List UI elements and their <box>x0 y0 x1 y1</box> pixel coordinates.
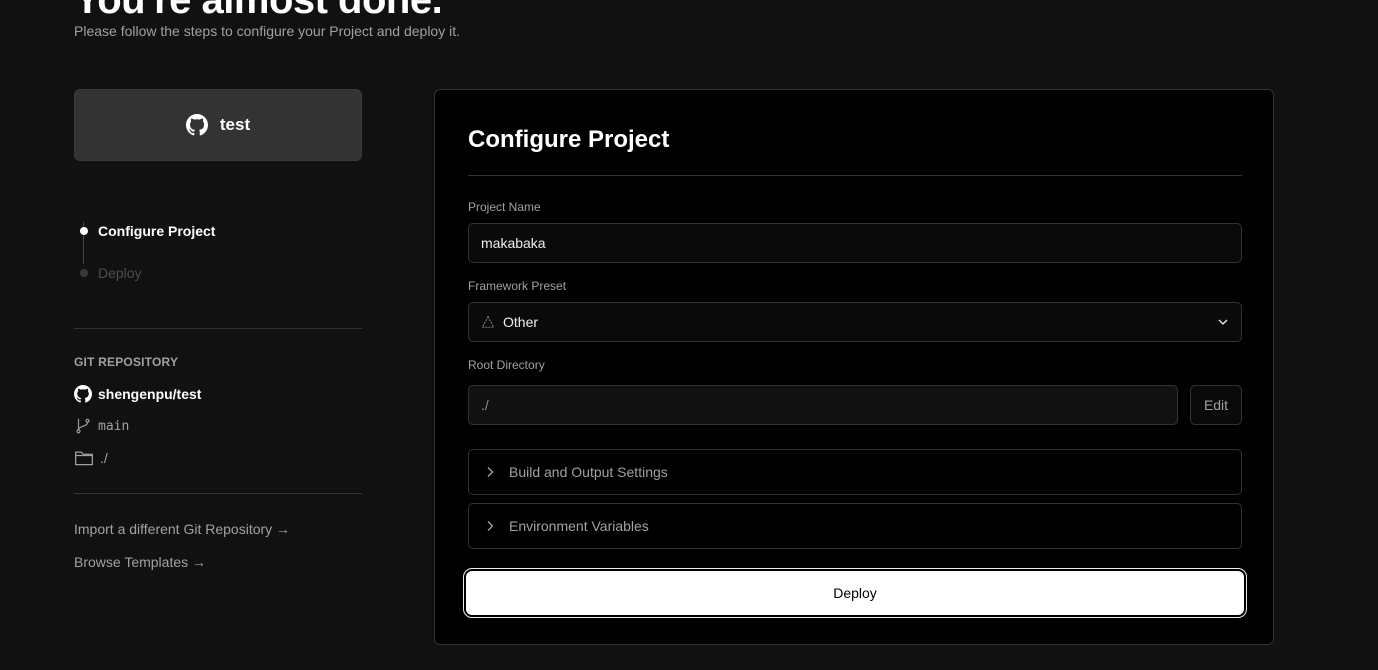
edit-root-directory-button[interactable]: Edit <box>1190 385 1242 425</box>
step-label: Deploy <box>98 265 142 281</box>
chevron-right-icon <box>485 520 495 532</box>
configure-project-panel: Configure Project Project Name makabaka … <box>434 89 1274 645</box>
panel-divider <box>468 175 1242 176</box>
page-title: You're almost done. <box>74 0 443 22</box>
browse-templates-link[interactable]: Browse Templates → <box>74 554 206 570</box>
framework-preset-value: Other <box>503 314 539 330</box>
git-branch: main <box>74 417 129 435</box>
left-divider-top <box>74 328 362 329</box>
chevron-down-icon <box>1217 316 1229 328</box>
git-branch-icon <box>74 417 92 435</box>
build-output-settings-accordion[interactable]: Build and Output Settings <box>468 449 1242 495</box>
step-label: Configure Project <box>98 223 216 239</box>
project-name-input[interactable]: makabaka <box>468 223 1242 263</box>
folder-icon <box>74 449 94 467</box>
panel-title: Configure Project <box>468 126 670 153</box>
environment-variables-accordion[interactable]: Environment Variables <box>468 503 1242 549</box>
github-icon <box>185 114 208 136</box>
deploy-button[interactable]: Deploy <box>466 571 1244 615</box>
import-git-repository-link[interactable]: Import a different Git Repository → <box>74 521 290 537</box>
project-name-value: makabaka <box>481 235 546 251</box>
framework-preset-select[interactable]: Other <box>468 302 1242 342</box>
step-configure-project: Configure Project <box>74 210 362 252</box>
github-icon <box>74 385 92 403</box>
repo-card: test <box>74 89 362 161</box>
page-subtitle: Please follow the steps to configure you… <box>74 23 460 39</box>
repo-card-name: test <box>219 115 251 134</box>
root-directory-input: ./ <box>468 385 1178 425</box>
git-repository-link[interactable]: shengenpu/test <box>74 385 201 403</box>
git-repository-heading: GIT REPOSITORY <box>74 355 179 369</box>
git-directory-path: ./ <box>100 450 108 466</box>
framework-preset-label: Framework Preset <box>468 279 567 293</box>
step-dot <box>80 269 88 277</box>
build-output-settings-label: Build and Output Settings <box>509 464 668 480</box>
root-directory-label: Root Directory <box>468 358 545 372</box>
project-name-label: Project Name <box>468 200 541 214</box>
steps-list: Configure Project Deploy <box>74 210 362 294</box>
step-deploy: Deploy <box>74 252 362 294</box>
git-branch-name: main <box>98 418 130 434</box>
step-dot <box>80 227 88 235</box>
framework-triangle-icon <box>481 315 495 329</box>
left-divider-bottom <box>74 493 362 494</box>
git-directory: ./ <box>74 449 108 467</box>
root-directory-value: ./ <box>481 397 489 413</box>
git-repository-name: shengenpu/test <box>98 386 202 402</box>
chevron-right-icon <box>485 466 495 478</box>
environment-variables-label: Environment Variables <box>509 518 649 534</box>
